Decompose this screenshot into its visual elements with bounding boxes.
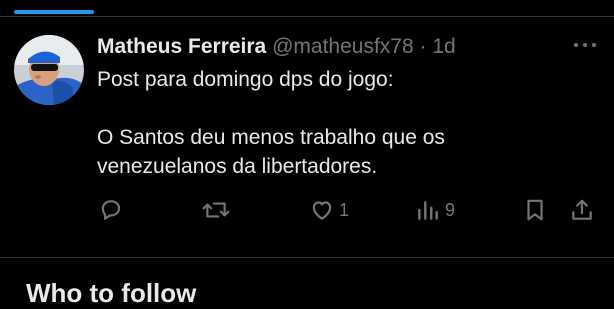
section-divider xyxy=(0,257,614,258)
more-icon xyxy=(574,43,596,47)
reply-icon xyxy=(101,200,121,220)
tweet-text-blank-line xyxy=(97,94,577,123)
separator-dot: · xyxy=(419,35,427,58)
avatar-photo xyxy=(14,35,84,105)
section-heading: Who to follow xyxy=(26,278,197,308)
share-button[interactable] xyxy=(569,197,595,223)
retweet-button[interactable] xyxy=(202,197,230,223)
heart-icon xyxy=(312,201,332,220)
tweet[interactable]: Matheus Ferreira @matheusfx78 · 1d Post … xyxy=(0,17,614,257)
like-count: 1 xyxy=(339,199,350,220)
bookmark-icon xyxy=(527,199,543,221)
display-name[interactable]: Matheus Ferreira xyxy=(97,35,266,58)
active-tab-indicator xyxy=(14,10,94,14)
like-button[interactable]: 1 xyxy=(309,197,349,223)
tweet-header: Matheus Ferreira @matheusfx78 · 1d xyxy=(97,34,456,60)
avatar[interactable] xyxy=(14,35,84,105)
share-icon xyxy=(572,199,592,220)
retweet-icon xyxy=(202,202,230,218)
timestamp[interactable]: 1d xyxy=(432,35,455,58)
bookmark-button[interactable] xyxy=(522,197,548,223)
user-handle[interactable]: @matheusfx78 xyxy=(272,35,414,58)
views-icon xyxy=(418,201,438,220)
tweet-text-line: venezuelanos da libertadores. xyxy=(97,155,378,178)
views-button[interactable]: 9 xyxy=(415,197,455,223)
reply-button[interactable] xyxy=(98,197,124,223)
tweet-text-line: Post para domingo dps do jogo: xyxy=(97,68,394,91)
tweet-text: Post para domingo dps do jogo: O Santos … xyxy=(97,65,577,181)
tweet-text-line: O Santos deu menos trabalho que os xyxy=(97,126,445,149)
tweet-actions: 1 9 xyxy=(0,197,614,227)
views-count: 9 xyxy=(445,199,456,220)
more-options-button[interactable] xyxy=(570,35,600,55)
